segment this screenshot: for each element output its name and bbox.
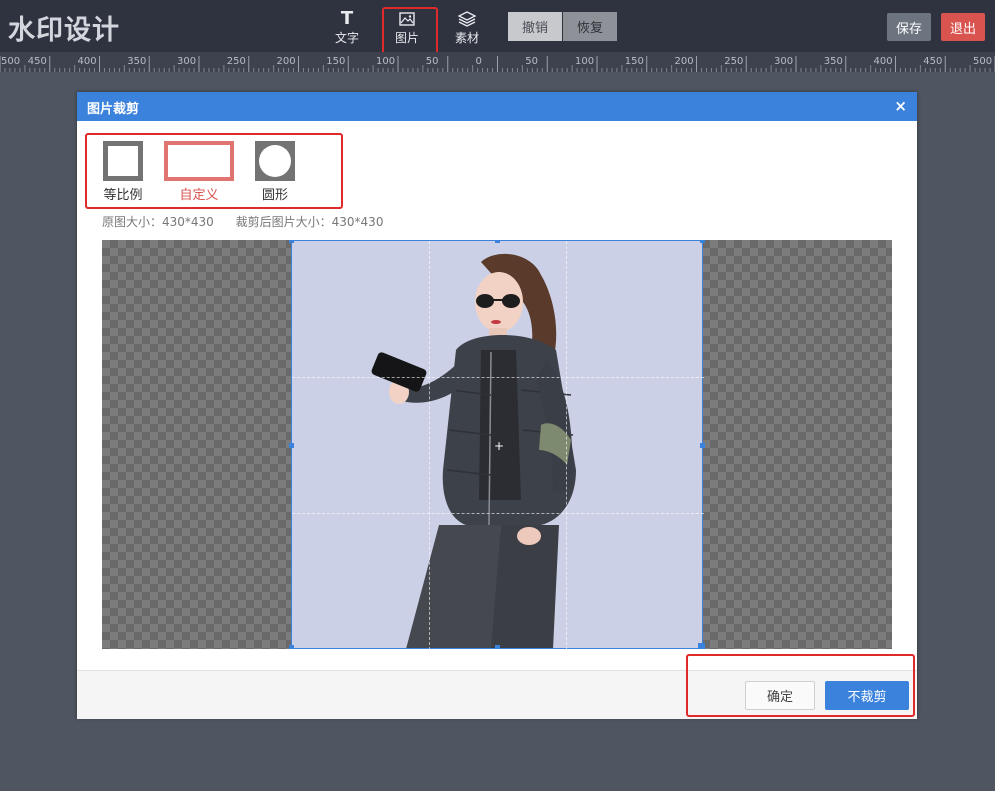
crop-handle-se[interactable] bbox=[698, 643, 705, 649]
original-size-text: 原图大小：430*430 bbox=[102, 215, 214, 229]
size-info: 原图大小：430*430 裁剪后图片大小：430*430 bbox=[102, 213, 401, 230]
ruler-label: 350 bbox=[824, 56, 843, 67]
layers-icon bbox=[445, 10, 489, 28]
ruler-label: 200 bbox=[675, 56, 694, 67]
crop-selection-box[interactable]: + bbox=[289, 240, 705, 649]
crop-guide-line bbox=[292, 377, 704, 378]
crop-handle-sw[interactable] bbox=[289, 645, 294, 649]
ruler-label: 450 bbox=[923, 56, 942, 67]
ruler-label: 500 bbox=[1, 56, 20, 67]
crop-handle-ne[interactable] bbox=[700, 240, 705, 243]
tool-text-button[interactable]: T 文字 bbox=[325, 10, 369, 46]
horizontal-ruler: 500 450 400 350 300 250 200 150 100 50 0 50 100 150 20… bbox=[0, 52, 995, 72]
ruler-label: 450 bbox=[28, 56, 47, 67]
crop-handle-nw[interactable] bbox=[289, 240, 294, 243]
close-icon[interactable]: × bbox=[894, 97, 907, 115]
tool-asset-label: 素材 bbox=[454, 31, 479, 45]
ruler-label: 50 bbox=[525, 56, 538, 67]
mode-ratio-button[interactable]: 等比例 bbox=[99, 141, 147, 203]
dialog-title: 图片裁剪 bbox=[87, 102, 140, 117]
text-icon: T bbox=[340, 8, 354, 29]
ruler-label: 100 bbox=[376, 56, 395, 67]
crop-guide-line bbox=[429, 241, 430, 649]
square-icon bbox=[103, 141, 143, 181]
ruler-label: 150 bbox=[326, 56, 345, 67]
ruler-label: 300 bbox=[774, 56, 793, 67]
crop-handle-s[interactable] bbox=[495, 645, 500, 649]
crop-handle-n[interactable] bbox=[495, 240, 500, 243]
undo-button[interactable]: 撤销 bbox=[508, 12, 562, 41]
ruler-label: 300 bbox=[177, 56, 196, 67]
tool-text-label: 文字 bbox=[334, 31, 359, 45]
crop-dialog: 图片裁剪 × 等比例 自定义 圆形 原图大小：430*430 裁剪后图片大小：4… bbox=[77, 92, 917, 719]
ruler-label: 350 bbox=[127, 56, 146, 67]
mode-custom-label: 自定义 bbox=[179, 188, 219, 203]
ruler-label: 400 bbox=[78, 56, 97, 67]
top-toolbar: 水印设计 T 文字 图片 素材 撤销 恢复 保存 退出 bbox=[0, 0, 995, 59]
crop-center-mark: + bbox=[494, 439, 505, 453]
cropped-size-text: 裁剪后图片大小：430*430 bbox=[235, 215, 384, 229]
ruler-label: 200 bbox=[277, 56, 296, 67]
mode-circle-label: 圆形 bbox=[261, 188, 288, 203]
ruler-label: 250 bbox=[227, 56, 246, 67]
crop-handle-w[interactable] bbox=[289, 443, 294, 448]
no-crop-button[interactable]: 不裁剪 bbox=[825, 681, 909, 710]
tool-asset-button[interactable]: 素材 bbox=[445, 10, 489, 46]
circle-icon bbox=[255, 141, 295, 181]
ruler-label: 100 bbox=[575, 56, 594, 67]
mode-circle-button[interactable]: 圆形 bbox=[251, 141, 299, 203]
ruler-label: 50 bbox=[426, 56, 439, 67]
confirm-button[interactable]: 确定 bbox=[745, 681, 815, 710]
ruler-label: 0 bbox=[476, 56, 482, 67]
ruler-label: 500 bbox=[973, 56, 992, 67]
crop-canvas[interactable]: + bbox=[102, 240, 892, 649]
ruler-scale: 500 450 400 350 300 250 200 150 100 50 0 50 100 150 20… bbox=[0, 56, 995, 72]
save-button[interactable]: 保存 bbox=[887, 13, 931, 41]
dialog-header: 图片裁剪 × bbox=[77, 92, 917, 121]
crop-guide-line bbox=[566, 241, 567, 649]
redo-button[interactable]: 恢复 bbox=[563, 12, 617, 41]
mode-custom-button[interactable]: 自定义 bbox=[163, 141, 235, 203]
rectangle-icon bbox=[164, 141, 234, 181]
exit-button[interactable]: 退出 bbox=[941, 13, 985, 41]
ruler-label: 250 bbox=[724, 56, 743, 67]
app-logo: 水印设计 bbox=[8, 15, 120, 46]
mode-ratio-label: 等比例 bbox=[103, 188, 143, 203]
ruler-label: 150 bbox=[625, 56, 644, 67]
ruler-label: 400 bbox=[874, 56, 893, 67]
crop-guide-line bbox=[292, 513, 704, 514]
crop-handle-e[interactable] bbox=[700, 443, 705, 448]
